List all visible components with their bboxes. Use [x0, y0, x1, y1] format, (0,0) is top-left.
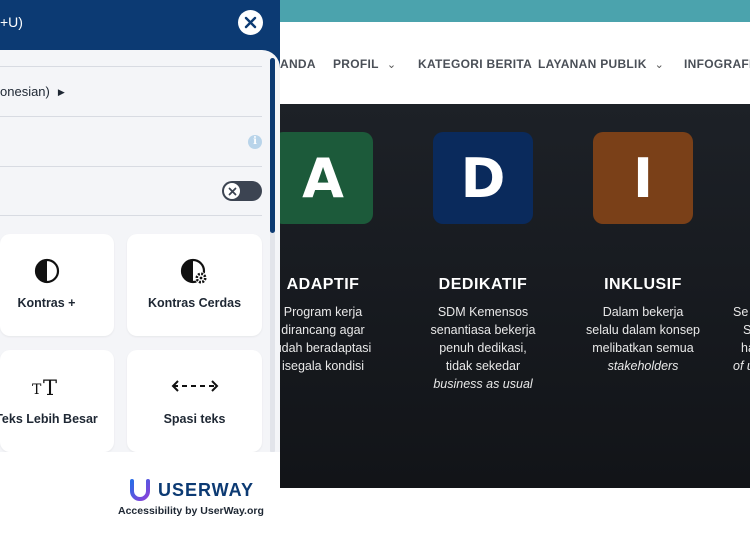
card-label: Teks Lebih Besar: [0, 412, 98, 426]
userway-brand[interactable]: USERWAY: [128, 478, 254, 502]
desc-line-italic: business as usual: [433, 377, 533, 391]
nav-item-beranda[interactable]: ANDA: [280, 57, 316, 71]
desc-line: melibatkan semua: [592, 341, 694, 355]
accessibility-panel: +U) onesian) ▶ i Kontras + Kontras Cerda…: [0, 0, 280, 536]
card-label: Kontras +: [17, 296, 76, 310]
value-description: SDM Kemensos senantiasa bekerja penuh de…: [398, 303, 568, 393]
letter-tile: A: [273, 132, 373, 224]
close-button[interactable]: [238, 10, 263, 35]
chevron-down-icon: ⌄: [654, 59, 665, 71]
tile-letter: I: [632, 146, 654, 210]
nav-label: INFOGRAFIS: [684, 57, 750, 71]
chevron-down-icon: ⌄: [386, 59, 397, 71]
svg-text:T: T: [32, 382, 42, 398]
card-label: Spasi teks: [163, 412, 226, 426]
desc-line: penuh dedikasi,: [439, 341, 527, 355]
letter-tile: D: [433, 132, 533, 224]
card-contrast-plus[interactable]: Kontras +: [0, 234, 114, 336]
nav-label: LAYANAN PUBLIK: [538, 57, 647, 71]
info-icon[interactable]: i: [248, 135, 262, 149]
divider-row: [0, 50, 262, 67]
svg-text:T: T: [43, 376, 57, 398]
nav-item-profil[interactable]: PROFIL ⌄: [333, 57, 396, 71]
desc-line: senantiasa bekerja: [430, 323, 536, 337]
value-description: Se S ha of u: [733, 303, 750, 375]
brand-name: USERWAY: [158, 479, 255, 500]
panel-title: +U): [0, 14, 23, 30]
close-icon: [244, 16, 257, 29]
smart-contrast-icon: [127, 258, 262, 286]
toggle-row: [0, 167, 262, 216]
desc-line: selalu dalam konsep: [586, 323, 700, 337]
bigger-text-icon: T T: [0, 374, 114, 398]
desc-line: S: [743, 323, 750, 337]
card-label: Kontras Cerdas: [147, 296, 242, 310]
card-text-spacing[interactable]: Spasi teks: [127, 350, 262, 452]
panel-scrollbar[interactable]: [270, 58, 275, 453]
desc-line: SDM Kemensos: [437, 305, 529, 319]
nav-item-infografis[interactable]: INFOGRAFIS: [684, 57, 750, 71]
nav-label: ANDA: [280, 57, 316, 71]
letter-tile: I: [593, 132, 693, 224]
language-label: onesian) ▶: [0, 84, 65, 99]
desc-line: ha: [741, 341, 750, 355]
desc-line: Se: [733, 305, 749, 319]
card-bigger-text[interactable]: T T Teks Lebih Besar: [0, 350, 114, 452]
brand-subtitle[interactable]: Accessibility by UserWay.org: [118, 505, 264, 517]
toggle-knob: [224, 183, 240, 199]
nav-label: KATEGORI BERITA: [418, 57, 533, 71]
desc-line: tidak sekedar: [445, 359, 521, 373]
tile-letter: A: [302, 146, 344, 210]
userway-logo-icon: [130, 479, 150, 501]
desc-line-italic: stakeholders: [607, 359, 679, 373]
nav-item-kategori-berita[interactable]: KATEGORI BERITA: [418, 57, 532, 71]
desc-line: Dalam bekerja: [602, 305, 684, 319]
value-title: INKLUSIF: [604, 276, 682, 293]
desc-line-italic: of u: [733, 359, 750, 373]
scrollbar-thumb[interactable]: [270, 58, 275, 233]
toggle-switch[interactable]: [222, 181, 262, 201]
tile-letter: D: [460, 146, 506, 210]
nav-item-layanan-publik[interactable]: LAYANAN PUBLIK ⌄: [538, 57, 664, 71]
value-title: DEDIKATIF: [438, 276, 528, 293]
profile-row[interactable]: i: [0, 117, 262, 167]
language-selector[interactable]: onesian) ▶: [0, 67, 262, 117]
value-description: Dalam bekerja selalu dalam konsep meliba…: [558, 303, 728, 375]
contrast-icon: [0, 258, 114, 284]
card-smart-contrast[interactable]: Kontras Cerdas: [127, 234, 262, 336]
x-icon: [228, 187, 236, 195]
nav-label: PROFIL: [333, 57, 379, 71]
text-spacing-icon: [127, 374, 262, 398]
caret-right-icon: ▶: [57, 87, 65, 97]
language-value: onesian): [0, 84, 50, 99]
